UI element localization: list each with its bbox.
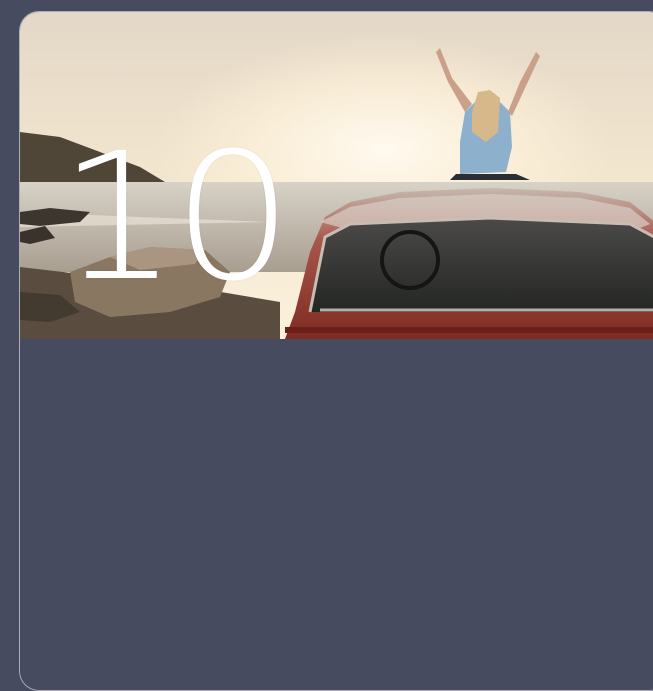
hero-image: 10 [20,12,653,339]
card-number: 10 [58,115,293,320]
card-body [20,339,653,690]
promo-card[interactable]: 10 [19,11,653,691]
